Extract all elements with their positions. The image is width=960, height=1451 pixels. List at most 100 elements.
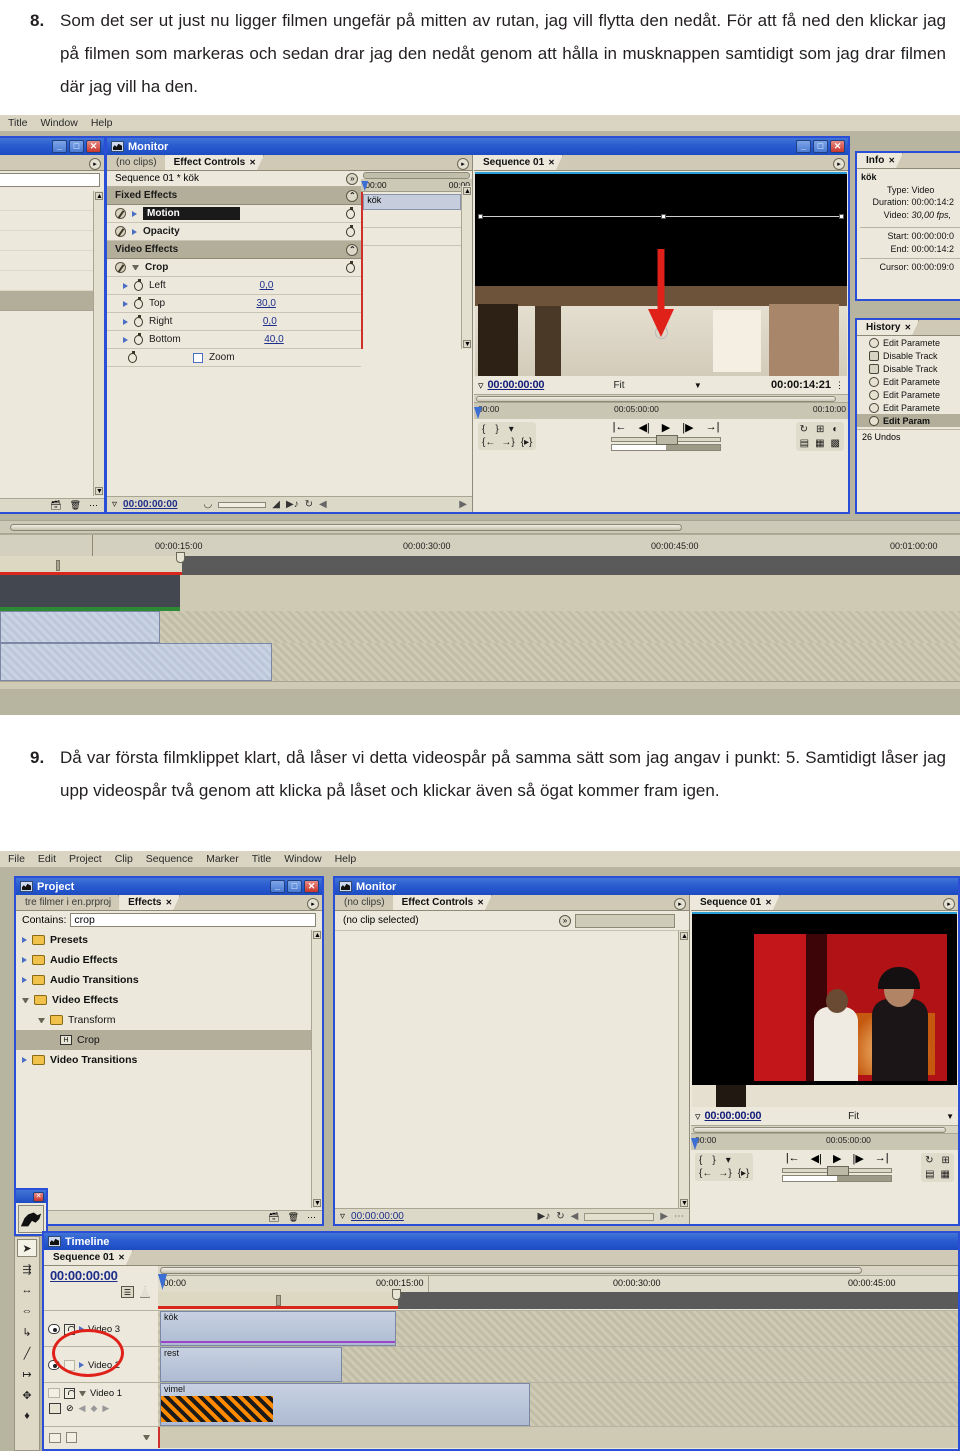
close-icon[interactable]: ✕: [249, 158, 256, 167]
tab-project-file[interactable]: tre filmer i en.prproj: [16, 895, 119, 910]
tree-item-transform[interactable]: Transform: [16, 1010, 322, 1030]
monitor-window-buttons[interactable]: _ □ ✕: [796, 140, 848, 153]
timeline-track-video1[interactable]: Video 1 ⊘ ◀ ◆ ▶ vimel: [44, 1382, 958, 1426]
marker-button-group[interactable]: { } ▾ {← →} {▸}: [478, 422, 537, 450]
effect-row-opacity[interactable]: Opacity: [107, 223, 362, 241]
go-to-out-icon[interactable]: →}: [718, 1168, 731, 1179]
shuttle-slider[interactable]: [611, 435, 722, 445]
menu-item-edit[interactable]: Edit: [38, 853, 56, 865]
set-out-point-icon[interactable]: }: [712, 1155, 715, 1166]
chevron-right-icon[interactable]: [22, 957, 27, 963]
menu-item-title[interactable]: Title: [8, 117, 27, 129]
crop-param-right[interactable]: Right 0,0: [107, 313, 362, 331]
minimize-button[interactable]: _: [52, 140, 67, 153]
go-to-in-icon[interactable]: {←: [482, 437, 495, 448]
set-display-style-icon[interactable]: [49, 1403, 61, 1414]
play-stop-icon[interactable]: ▶: [662, 421, 670, 434]
track-header-video3[interactable]: Video 3: [44, 1311, 158, 1346]
selection-handle-right[interactable]: [839, 214, 844, 219]
go-to-in-icon[interactable]: {←: [699, 1168, 712, 1179]
effect-controls-footer-2[interactable]: ▿ 00:00:00:00 ▶♪ ↻ ◀ ▶ ⋯: [335, 1208, 689, 1224]
go-to-out-icon[interactable]: →}: [501, 437, 514, 448]
chevron-down-icon[interactable]: [38, 1017, 45, 1023]
new-bin-icon[interactable]: 🗃: [50, 500, 61, 511]
loop-icon[interactable]: ↻: [925, 1155, 933, 1166]
slide-tool-icon[interactable]: ✥: [17, 1386, 37, 1404]
monitor-button-pad[interactable]: { } ▾ {← →} {▸} |← ◀| ▶ |▶ →| ↻ ⊞ ◐ ▤ ▦ …: [474, 419, 848, 453]
tree-item-video-effects[interactable]: Video Effects: [16, 990, 322, 1010]
project-statusbar[interactable]: 🗃 🗑 ⋯: [0, 498, 104, 512]
tree-item-video-transitions[interactable]: Video Transitions: [16, 1050, 322, 1070]
effects-tree[interactable]: Presets Audio Effects Audio Transitions …: [16, 930, 322, 1208]
marker-icon[interactable]: ▿: [695, 1110, 701, 1123]
maximize-button[interactable]: □: [287, 880, 302, 893]
selection-handle-left[interactable]: [478, 214, 483, 219]
duration-mode-icon[interactable]: ⋮: [835, 380, 844, 391]
monitor-titlebar[interactable]: Monitor: [335, 878, 958, 895]
set-in-point-icon[interactable]: {: [699, 1155, 702, 1166]
keyframe-scrollbar[interactable]: [584, 1212, 655, 1221]
marker-icon[interactable]: ▿: [478, 379, 484, 392]
show-keyframes-icon[interactable]: ⊘: [66, 1403, 74, 1414]
effects-scrollbar[interactable]: ▲ ▼: [311, 930, 322, 1208]
effect-controls-footer[interactable]: ▿ 00:00:00:00 ◡ ◢ ▶♪ ↻ ◀ ▶: [107, 496, 472, 512]
panel-menu-icon[interactable]: ▸: [833, 158, 845, 170]
tab-info[interactable]: Info ✕: [857, 153, 903, 168]
clip-vimel[interactable]: vimel: [160, 1383, 530, 1426]
close-icon[interactable]: ✕: [548, 158, 555, 167]
close-button[interactable]: ✕: [33, 1191, 44, 1202]
prev-keyframe-icon[interactable]: ◀: [79, 1403, 86, 1414]
fx-toggle-icon[interactable]: [115, 226, 126, 237]
footer-timecode[interactable]: 00:00:00:00: [351, 1211, 404, 1222]
play-audio-icon[interactable]: ▶♪: [286, 499, 299, 510]
program-monitor-tabrow[interactable]: Sequence 01 ✕ ▸: [691, 895, 958, 911]
menu-item-file[interactable]: File: [8, 853, 25, 865]
timeline-titlebar[interactable]: Timeline: [44, 1233, 958, 1250]
param-value[interactable]: 30,0: [256, 298, 275, 309]
tools-panel[interactable]: ➤ ⇶ ↔ ⇔ ↳ ╱ ↦ ✥ ♦: [14, 1236, 40, 1451]
timeline-work-area-bar[interactable]: [0, 552, 960, 575]
mini-timeline-ruler[interactable]: 00:00 00:00: [361, 179, 472, 192]
trash-icon[interactable]: 🗑: [288, 1212, 299, 1223]
new-custom-bin-icon[interactable]: 🗃: [268, 1212, 279, 1223]
selection-tool-icon[interactable]: ➤: [17, 1239, 37, 1257]
param-value[interactable]: 0,0: [260, 280, 274, 291]
prev-keyframe-icon[interactable]: ◀: [571, 1211, 579, 1222]
expand-icon[interactable]: »: [346, 172, 359, 185]
collapse-icon[interactable]: ⌃: [346, 189, 359, 202]
timeline-ruler-area[interactable]: :00:00 00:00:15:00 00:00:30:00 00:00:45:…: [158, 1266, 958, 1310]
chevron-down-icon[interactable]: ▼: [694, 381, 702, 390]
stopwatch-icon[interactable]: [134, 296, 143, 309]
chevron-down-icon[interactable]: [143, 1435, 150, 1440]
crop-param-zoom[interactable]: Zoom: [107, 349, 362, 367]
menu-item-help[interactable]: Help: [335, 853, 357, 865]
track-header-video2[interactable]: Video 2: [44, 1347, 158, 1382]
go-to-next-edit-icon[interactable]: →|: [875, 1152, 889, 1165]
lift-icon[interactable]: ▤: [925, 1169, 934, 1180]
track-content-video3[interactable]: kök: [158, 1311, 958, 1346]
next-keyframe-icon[interactable]: ▶: [660, 1211, 668, 1222]
section-video-effects[interactable]: Video Effects ⌃: [107, 241, 362, 259]
resize-grip[interactable]: ⋯: [307, 1212, 316, 1223]
timeline-tabrow[interactable]: Sequence 01 ✕: [44, 1250, 958, 1266]
monitor-ruler-2[interactable]: 00:00 00:05:00:00: [691, 1134, 958, 1150]
stopwatch-icon[interactable]: [346, 260, 356, 273]
step-forward-icon[interactable]: |▶: [852, 1152, 863, 1165]
chevron-down-icon[interactable]: ▼: [946, 1112, 954, 1121]
effect-controls-scrollbar[interactable]: ▲ ▼: [678, 931, 689, 1208]
chevron-right-icon[interactable]: [79, 1326, 84, 1332]
chevron-right-icon[interactable]: [22, 937, 27, 943]
extract-icon[interactable]: ▦: [941, 1169, 950, 1180]
tab-effect-controls[interactable]: Effect Controls ✕: [393, 895, 492, 910]
zoom-level-label[interactable]: Fit: [613, 380, 624, 391]
tree-item-audio-transitions[interactable]: Audio Transitions: [16, 970, 322, 990]
param-value[interactable]: 0,0: [263, 316, 277, 327]
chevron-right-icon[interactable]: [132, 210, 137, 217]
source-thumbnail-window[interactable]: ✕: [14, 1188, 48, 1236]
step-back-icon[interactable]: ◀|: [811, 1152, 822, 1165]
close-icon[interactable]: ✕: [477, 898, 484, 907]
add-keyframe-icon[interactable]: ◆: [90, 1403, 97, 1414]
work-area-handle[interactable]: [176, 552, 185, 563]
timeline-ruler[interactable]: 00:00:15:00 00:00:30:00 00:00:45:00 00:0…: [0, 534, 960, 557]
history-item[interactable]: Edit Paramete: [857, 388, 960, 401]
